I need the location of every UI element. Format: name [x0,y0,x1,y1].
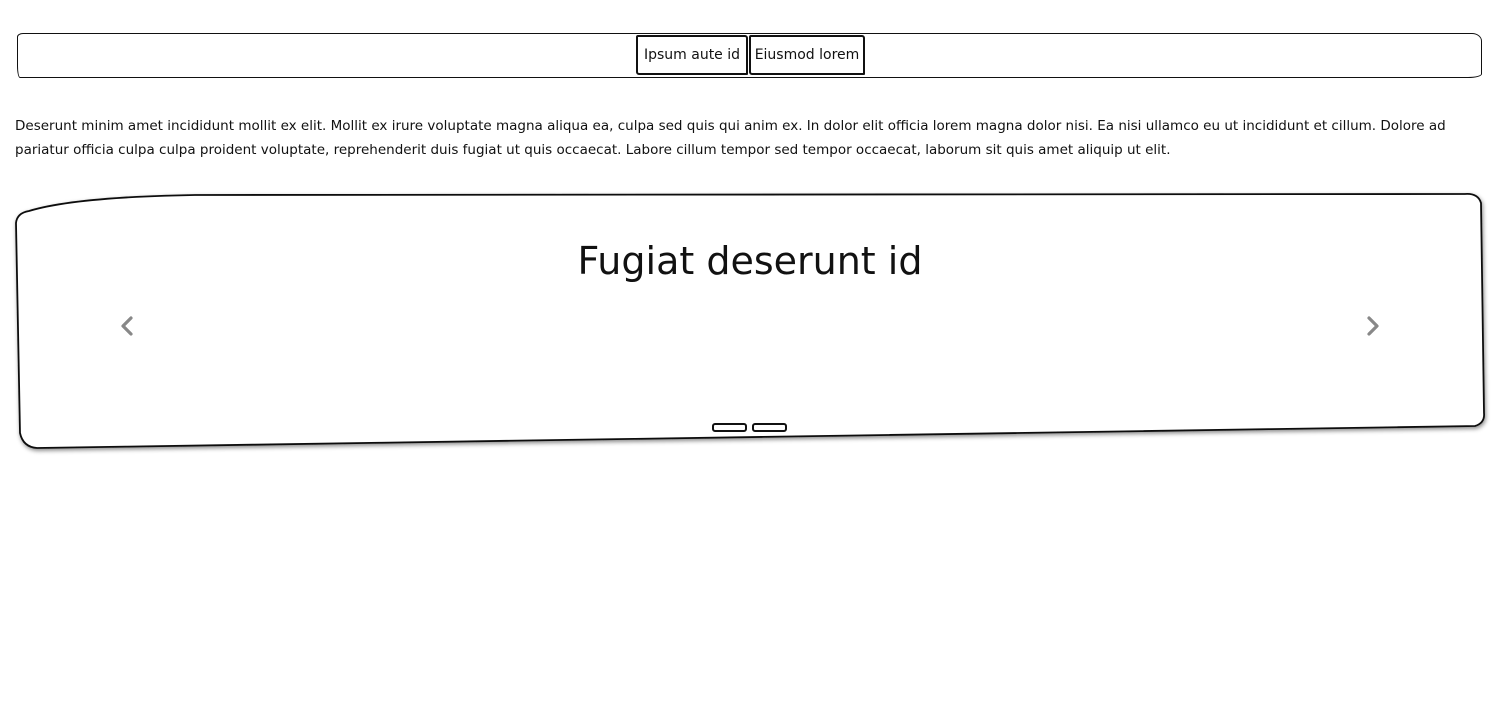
carousel-prev-button[interactable] [112,311,142,341]
slide-title: Fugiat deserunt id [577,239,923,283]
intro-paragraph: Deserunt minim amet incididunt mollit ex… [15,118,1446,158]
nav-button-eiusmod-lorem[interactable]: Eiusmod lorem [749,35,865,75]
carousel-frame [15,193,1485,449]
carousel-indicator-2[interactable] [752,423,787,432]
carousel-next-button[interactable] [1358,311,1388,341]
carousel: Fugiat deserunt id [15,193,1485,449]
top-navbar: Ipsum aute id Eiusmod lorem [17,33,1482,78]
chevron-right-icon [1367,316,1379,336]
carousel-indicator-1[interactable] [712,423,747,432]
carousel-indicators [712,423,787,433]
nav-button-ipsum-aute-id[interactable]: Ipsum aute id [636,35,748,75]
chevron-left-icon [121,316,133,336]
